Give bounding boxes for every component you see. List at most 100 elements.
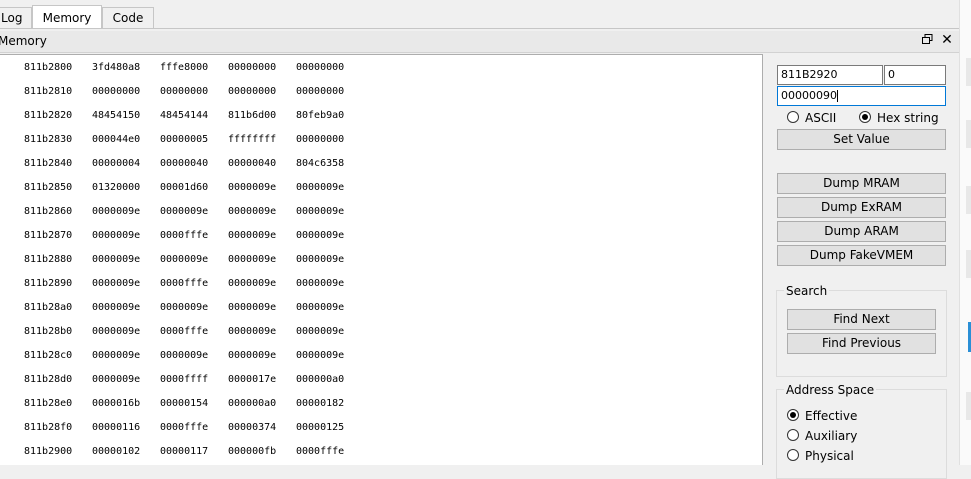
- hex-word[interactable]: 0000009e: [296, 202, 344, 222]
- hex-word[interactable]: 000000fb: [228, 442, 276, 462]
- hex-word[interactable]: 000000a0: [296, 370, 344, 390]
- memory-hex-view[interactable]: 811b2800 3fd480a8 fffe8000 00000000 00000000…: [0, 54, 763, 465]
- hex-word[interactable]: 0000009e: [160, 202, 208, 222]
- hex-word[interactable]: 00000000: [296, 58, 344, 78]
- hex-word[interactable]: 0000009e: [296, 346, 344, 366]
- radio-ascii[interactable]: ASCII: [787, 110, 847, 126]
- hex-word[interactable]: 0000fffe: [160, 322, 208, 342]
- hex-word[interactable]: 00000004: [92, 154, 140, 174]
- hex-word[interactable]: fffe8000: [160, 58, 208, 78]
- hex-word[interactable]: 00000116: [92, 418, 140, 438]
- hex-word[interactable]: 0000009e: [92, 370, 140, 390]
- hex-word[interactable]: 00000040: [228, 154, 276, 174]
- hex-word[interactable]: 0000009e: [296, 226, 344, 246]
- hex-word[interactable]: 0000009e: [92, 226, 140, 246]
- hex-word[interactable]: 0000009e: [92, 274, 140, 294]
- float-window-icon[interactable]: [920, 34, 934, 48]
- dump-mram-button[interactable]: Dump MRAM: [777, 173, 946, 194]
- hex-word[interactable]: 0000009e: [296, 298, 344, 318]
- set-value-button[interactable]: Set Value: [777, 129, 946, 150]
- hex-word[interactable]: 804c6358: [296, 154, 344, 174]
- radio-hex-string[interactable]: Hex string: [859, 110, 949, 126]
- hex-word[interactable]: 0000009e: [296, 322, 344, 342]
- hex-word[interactable]: 01320000: [92, 178, 140, 198]
- hex-word[interactable]: 0000009e: [228, 226, 276, 246]
- hex-word[interactable]: 00000125: [296, 418, 344, 438]
- hex-word[interactable]: 0000fffe: [160, 418, 208, 438]
- dump-exram-button[interactable]: Dump ExRAM: [777, 197, 946, 218]
- edge-mark: [966, 120, 971, 148]
- hex-word[interactable]: 0000009e: [160, 346, 208, 366]
- tab-code[interactable]: Code: [102, 7, 154, 28]
- hex-word[interactable]: 0000009e: [92, 202, 140, 222]
- tab-memory[interactable]: Memory: [32, 5, 102, 29]
- memory-control-panel: 811B2920 0 00000090 ASCII Hex string Set…: [766, 54, 958, 479]
- hex-word[interactable]: 48454144: [160, 106, 208, 126]
- hex-word[interactable]: 0000009e: [228, 250, 276, 270]
- radio-effective-circle[interactable]: [787, 409, 799, 421]
- hex-word[interactable]: 00000000: [228, 82, 276, 102]
- hex-word[interactable]: 3fd480a8: [92, 58, 140, 78]
- radio-physical-circle[interactable]: [787, 449, 799, 461]
- hex-word[interactable]: 0000009e: [228, 274, 276, 294]
- hex-word[interactable]: 0000fffe: [296, 442, 344, 462]
- hex-word[interactable]: 00000182: [296, 394, 344, 414]
- hex-word[interactable]: 0000fffe: [160, 274, 208, 294]
- hex-word[interactable]: 0000016b: [92, 394, 140, 414]
- address-input[interactable]: 811B2920: [777, 65, 883, 85]
- hex-word[interactable]: 0000009e: [92, 322, 140, 342]
- hex-word[interactable]: 0000017e: [228, 370, 276, 390]
- radio-hex-label: Hex string: [877, 111, 939, 125]
- hex-word[interactable]: 0000009e: [92, 346, 140, 366]
- find-next-button[interactable]: Find Next: [787, 309, 936, 330]
- hex-word[interactable]: 0000009e: [296, 178, 344, 198]
- length-input[interactable]: 0: [884, 65, 946, 85]
- hex-word[interactable]: 00000117: [160, 442, 208, 462]
- radio-hex-circle[interactable]: [859, 111, 871, 123]
- hex-word[interactable]: 00000374: [228, 418, 276, 438]
- hex-word[interactable]: 00000000: [92, 82, 140, 102]
- hex-word[interactable]: 0000009e: [228, 202, 276, 222]
- hex-word[interactable]: 0000ffff: [160, 370, 208, 390]
- radio-auxiliary-circle[interactable]: [787, 429, 799, 441]
- close-icon[interactable]: ✕: [940, 33, 954, 47]
- value-input[interactable]: 00000090: [777, 86, 946, 106]
- hex-word[interactable]: ffffffff: [228, 130, 276, 150]
- hex-address: 811b2820: [24, 110, 73, 121]
- find-previous-button[interactable]: Find Previous: [787, 333, 936, 354]
- hex-word[interactable]: 000000a0: [228, 394, 276, 414]
- hex-word[interactable]: 00000000: [160, 82, 208, 102]
- hex-word[interactable]: 0000009e: [160, 250, 208, 270]
- hex-address: 811b2900: [24, 446, 73, 457]
- hex-word[interactable]: 00000000: [296, 82, 344, 102]
- radio-physical[interactable]: Physical: [787, 448, 907, 464]
- hex-word[interactable]: 0000009e: [228, 298, 276, 318]
- hex-word[interactable]: 0000009e: [160, 298, 208, 318]
- hex-word[interactable]: 0000009e: [296, 250, 344, 270]
- hex-word[interactable]: 0000009e: [296, 274, 344, 294]
- hex-word[interactable]: 811b6d00: [228, 106, 276, 126]
- radio-effective[interactable]: Effective: [787, 408, 907, 424]
- hex-word[interactable]: 00001d60: [160, 178, 208, 198]
- hex-word[interactable]: 0000009e: [228, 346, 276, 366]
- hex-word[interactable]: 0000009e: [92, 250, 140, 270]
- tab-log[interactable]: Log: [0, 7, 32, 28]
- hex-word[interactable]: 0000009e: [228, 178, 276, 198]
- hex-word[interactable]: 0000009e: [228, 322, 276, 342]
- hex-word[interactable]: 48454150: [92, 106, 140, 126]
- radio-auxiliary[interactable]: Auxiliary: [787, 428, 907, 444]
- hex-word[interactable]: 00000000: [228, 58, 276, 78]
- tab-code-label: Code: [112, 11, 144, 25]
- hex-word[interactable]: 0000fffe: [160, 226, 208, 246]
- hex-word[interactable]: 00000154: [160, 394, 208, 414]
- hex-word[interactable]: 000044e0: [92, 130, 140, 150]
- hex-word[interactable]: 00000005: [160, 130, 208, 150]
- hex-word[interactable]: 80feb9a0: [296, 106, 344, 126]
- hex-word[interactable]: 0000009e: [92, 298, 140, 318]
- hex-word[interactable]: 00000040: [160, 154, 208, 174]
- hex-word[interactable]: 00000102: [92, 442, 140, 462]
- dump-aram-button[interactable]: Dump ARAM: [777, 221, 946, 242]
- hex-word[interactable]: 00000000: [296, 130, 344, 150]
- radio-ascii-circle[interactable]: [787, 111, 799, 123]
- dump-fakevmem-button[interactable]: Dump FakeVMEM: [777, 245, 946, 266]
